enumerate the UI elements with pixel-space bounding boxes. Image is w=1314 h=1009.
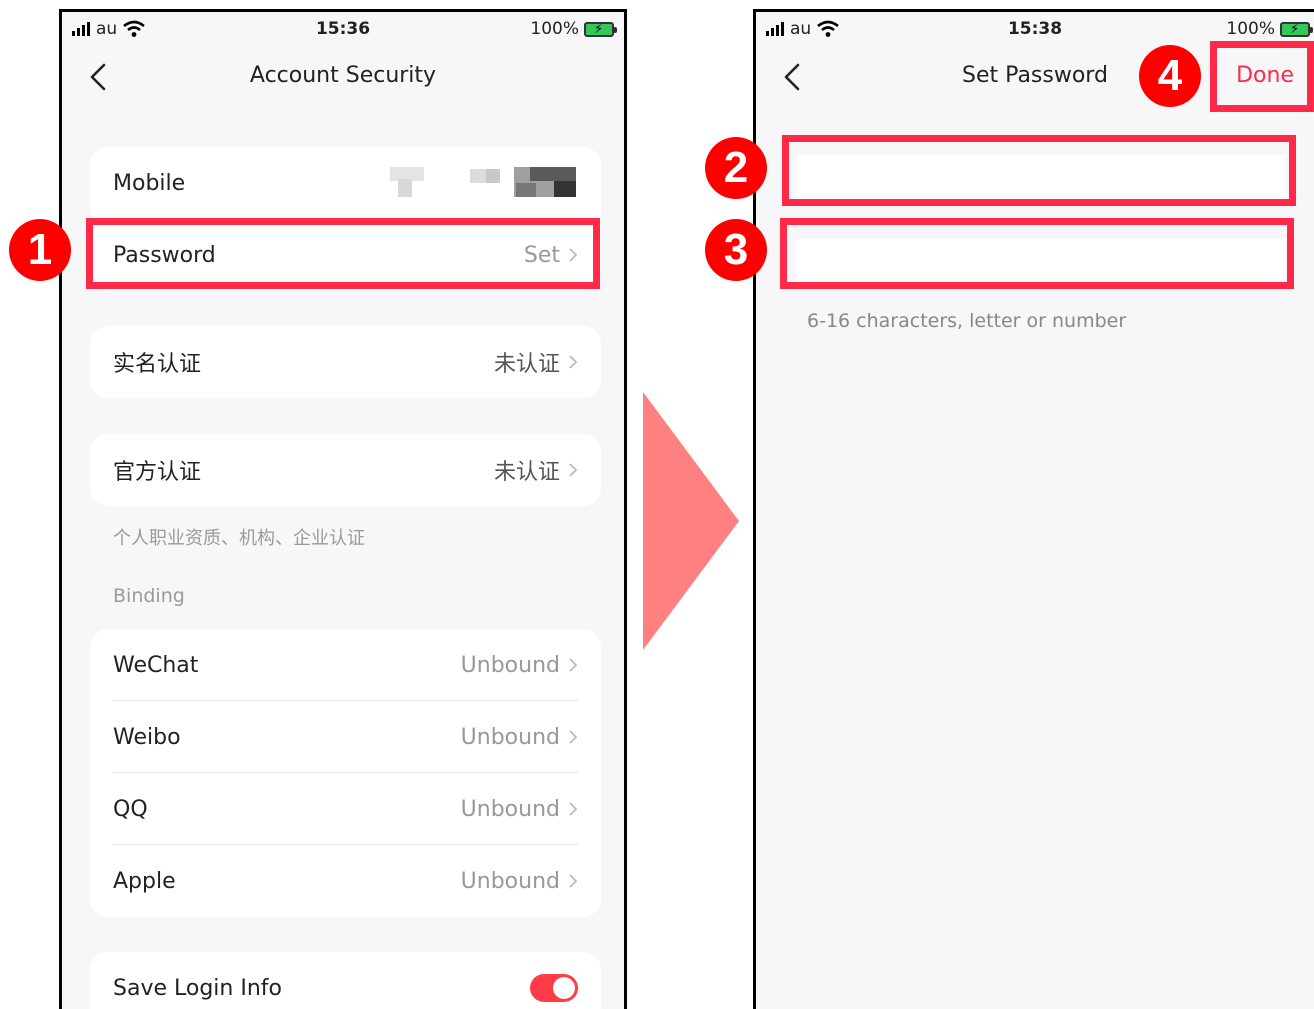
password-hint: 6-16 characters, letter or number xyxy=(807,310,1127,332)
account-security-screen: au 15:36 100% ⚡ Account Security Mobile xyxy=(59,9,627,1009)
step-1-badge: 1 xyxy=(9,219,71,281)
chevron-right-icon xyxy=(569,730,578,744)
step-2-badge: 2 xyxy=(705,137,767,199)
official-status: 未认证 xyxy=(493,460,560,485)
save-login-label: Save Login Info xyxy=(113,975,282,1001)
masked-phone-number xyxy=(390,167,576,197)
binding-label: Weibo xyxy=(113,724,181,750)
status-bar: au 15:36 100% ⚡ xyxy=(62,12,624,48)
chevron-right-icon xyxy=(569,355,578,369)
binding-row-wechat[interactable]: WeChat Unbound xyxy=(90,629,601,701)
realname-row[interactable]: 实名认证 未认证 xyxy=(90,326,601,398)
step-4-highlight xyxy=(1210,41,1314,112)
binding-label: Apple xyxy=(113,868,176,894)
step-3-highlight xyxy=(780,218,1294,289)
official-row[interactable]: 官方认证 未认证 xyxy=(90,434,601,506)
official-label: 官方认证 xyxy=(113,460,202,485)
chevron-right-icon xyxy=(569,463,578,477)
chevron-right-icon xyxy=(569,874,578,888)
save-login-toggle[interactable] xyxy=(530,974,578,1002)
chevron-right-icon xyxy=(569,802,578,816)
binding-label: WeChat xyxy=(113,652,199,678)
binding-status: Unbound xyxy=(460,796,560,822)
binding-row-weibo[interactable]: Weibo Unbound xyxy=(90,701,601,773)
next-step-arrow xyxy=(643,392,739,650)
binding-row-qq[interactable]: QQ Unbound xyxy=(90,773,601,845)
official-note: 个人职业资质、机构、企业认证 xyxy=(113,528,365,549)
step-1-highlight xyxy=(86,218,600,289)
binding-group: WeChat Unbound Weibo Unbound QQ Unbound … xyxy=(90,629,601,917)
realname-label: 实名认证 xyxy=(113,352,202,377)
step-2-highlight xyxy=(782,135,1296,206)
binding-status: Unbound xyxy=(460,652,560,678)
mobile-row[interactable]: Mobile xyxy=(90,147,601,219)
binding-row-apple[interactable]: Apple Unbound xyxy=(90,845,601,917)
nav-bar: Account Security xyxy=(62,52,624,102)
step-3-badge: 3 xyxy=(705,219,767,281)
binding-label: QQ xyxy=(113,796,148,822)
binding-status: Unbound xyxy=(460,724,560,750)
binding-header: Binding xyxy=(113,585,185,607)
battery-info: 100% ⚡ xyxy=(1226,19,1313,39)
battery-charging-icon: ⚡ xyxy=(1280,21,1313,37)
save-login-row: Save Login Info xyxy=(90,952,601,1009)
realname-group: 实名认证 未认证 xyxy=(90,326,601,398)
battery-info: 100% ⚡ xyxy=(530,19,617,39)
battery-percent: 100% xyxy=(530,19,579,39)
realname-status: 未认证 xyxy=(493,352,560,377)
chevron-right-icon xyxy=(569,658,578,672)
battery-percent: 100% xyxy=(1226,19,1275,39)
battery-charging-icon: ⚡ xyxy=(584,21,617,37)
step-4-badge: 4 xyxy=(1139,45,1201,107)
save-login-group: Save Login Info xyxy=(90,952,601,1009)
official-group: 官方认证 未认证 xyxy=(90,434,601,506)
binding-status: Unbound xyxy=(460,868,560,894)
page-title: Account Security xyxy=(249,63,437,88)
